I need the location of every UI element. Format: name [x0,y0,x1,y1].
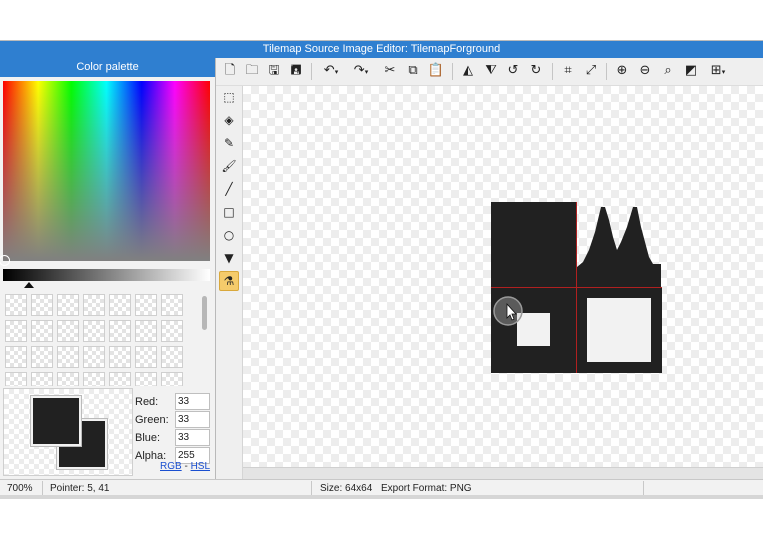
color-swatch[interactable] [5,372,27,386]
resize-icon[interactable]: ⤢ [582,62,600,80]
save-as-icon[interactable]: 🖪 [287,62,305,80]
palette-title: Color palette [0,58,215,77]
color-swatch[interactable] [83,372,105,386]
color-swatch[interactable] [83,346,105,368]
zoom-out-icon[interactable]: ⊖ [636,62,654,80]
color-swatch[interactable] [5,294,27,316]
color-swatch[interactable] [31,372,53,386]
save-icon[interactable]: 🖫 [265,62,283,80]
line-icon[interactable]: ╱ [219,179,239,199]
rectangle-icon[interactable]: □ [219,202,239,222]
toolbar-divider [552,63,553,80]
toolbar-divider [452,63,453,80]
color-swatch-grid [5,294,200,386]
color-swatch[interactable] [57,346,79,368]
red-label: Red: [135,396,159,408]
color-swatch[interactable] [135,294,157,316]
fill-bucket-icon[interactable]: ▼ [219,248,239,268]
color-swatch[interactable] [109,320,131,342]
cut-icon[interactable]: ✂ [381,62,399,80]
flip-horizontal-icon[interactable]: ◭ [459,62,477,80]
grid-icon[interactable]: ⊞▾ [705,62,731,80]
primary-color-swatch[interactable] [30,395,82,447]
color-swatch[interactable] [31,346,53,368]
invert-colors-icon[interactable]: ◩ [682,62,700,80]
zoom-fit-icon[interactable]: ⌕ [659,62,677,80]
tile-bottom-right-window [587,298,651,362]
flip-vertical-icon[interactable]: ⧨ [482,62,500,80]
ellipse-icon[interactable]: ○ [219,225,239,245]
green-label: Green: [135,414,169,426]
red-input[interactable]: 33 [175,393,210,410]
blue-label: Blue: [135,432,161,444]
green-input[interactable]: 33 [175,411,210,428]
color-swatch[interactable] [83,294,105,316]
color-swatch[interactable] [109,294,131,316]
editor-window: Tilemap Source Image Editor: TilemapForg… [0,40,763,497]
swatch-scrollbar-thumb[interactable] [202,296,207,330]
tile-bottom-left-window [517,313,550,346]
eyedropper-icon[interactable]: ⚗ [219,271,239,291]
color-swatch[interactable] [57,372,79,386]
color-swatch[interactable] [31,320,53,342]
window-title: Tilemap Source Image Editor: TilemapForg… [0,41,763,58]
hsl-mode-link[interactable]: HSL [191,461,210,472]
color-palette-panel: Color palette Red: 33 Green: 33 Blue: 33… [0,58,216,479]
color-swatch[interactable] [135,372,157,386]
rgb-mode-link[interactable]: RGB [160,461,182,472]
spectrum-cursor[interactable] [0,255,10,266]
image-canvas[interactable] [243,86,763,479]
rotate-right-icon[interactable]: ↻ [527,62,545,80]
zoom-in-icon[interactable]: ⊕ [613,62,631,80]
status-divider [643,481,644,496]
copy-icon[interactable]: ⧉ [404,62,422,80]
color-swatch[interactable] [161,372,183,386]
color-swatch[interactable] [135,346,157,368]
select-icon[interactable]: ⬚ [219,87,239,107]
color-swatch[interactable] [83,320,105,342]
status-divider [42,481,43,496]
color-swatch[interactable] [135,320,157,342]
crop-icon[interactable]: ⌗ [559,62,577,80]
color-swatch[interactable] [5,320,27,342]
redo-icon[interactable]: ↷▾ [349,62,373,80]
color-swatch[interactable] [31,294,53,316]
color-preview [3,388,133,476]
rotate-left-icon[interactable]: ↺ [504,62,522,80]
toolbar-divider [606,63,607,80]
color-swatch[interactable] [161,320,183,342]
color-swatch[interactable] [109,372,131,386]
status-divider [311,481,312,496]
new-file-icon[interactable]: 🗋 [221,62,239,80]
color-swatch[interactable] [5,346,27,368]
window-bottom-edge [0,495,763,499]
main-toolbar: 🗋 🗀 🖫 🖪 ↶▾ ↷▾ ✂ ⧉ 📋 ◭ ⧨ ↺ ↻ ⌗ ⤢ ⊕ ⊖ ⌕ ◩ … [216,58,763,86]
mode-separator: - [181,461,191,472]
brush-icon[interactable]: 🖌 [219,156,239,176]
green-channel-row: Green: 33 [135,411,215,429]
toolbar-divider [311,63,312,80]
eraser-icon[interactable]: ◈ [219,110,239,130]
undo-icon[interactable]: ↶▾ [319,62,343,80]
paste-icon[interactable]: 📋 [427,62,445,80]
color-spectrum[interactable] [0,81,210,266]
blue-input[interactable]: 33 [175,429,210,446]
color-swatch[interactable] [57,294,79,316]
grayscale-slider-caret[interactable] [24,282,34,288]
grayscale-slider[interactable] [3,269,210,281]
red-channel-row: Red: 33 [135,393,215,411]
tool-strip: ⬚ ◈ ✎ 🖌 ╱ □ ○ ▼ ⚗ [216,86,243,479]
swatch-scrollbar[interactable] [200,294,208,386]
color-swatch[interactable] [109,346,131,368]
tile-top-left [491,202,576,287]
color-swatch[interactable] [57,320,79,342]
open-folder-icon[interactable]: 🗀 [243,62,261,80]
blue-channel-row: Blue: 33 [135,429,215,447]
color-swatch[interactable] [161,294,183,316]
color-swatch[interactable] [161,346,183,368]
pencil-icon[interactable]: ✎ [219,133,239,153]
tilemap-image[interactable] [491,202,662,373]
color-mode-links: RGB - HSL [160,461,210,472]
tile-top-right-peaks [577,207,661,287]
